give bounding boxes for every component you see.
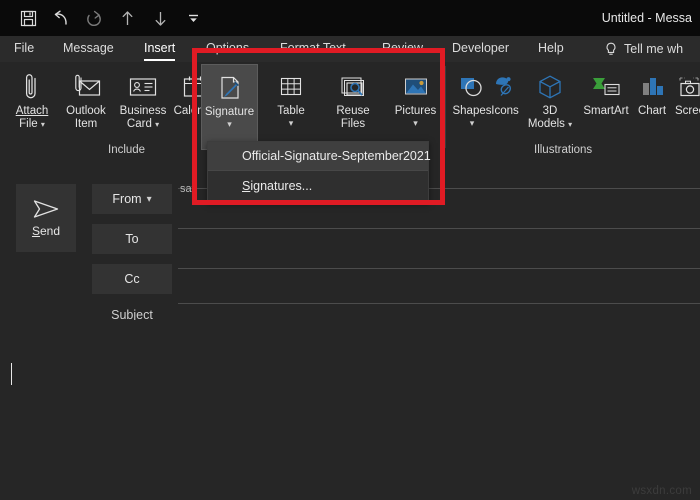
outlook-compose-window: Untitled - Messa File Message Insert Opt… [0,0,700,500]
ribbon-business-card-label-1: Business [119,105,167,117]
lightbulb-icon [605,42,617,57]
to-button[interactable]: To [92,224,172,254]
signature-dropdown-menu: Official-Signature-September2021 Signatu… [207,141,431,202]
ribbon-3d-models-label-2: Models ▾ [527,118,573,130]
business-card-icon [128,66,158,102]
group-label-illustrations: Illustrations [534,144,593,156]
ribbon-signature-label: Signature [204,106,255,118]
menu-item-official-signature-september2021[interactable]: Official-Signature-September2021 [208,142,431,170]
table-icon [276,66,306,102]
ribbon-pictures[interactable]: Pictures ▾ [388,66,443,129]
tell-me-label: Tell me wh [624,42,684,56]
ribbon-outlook-item-label-2: Item [74,118,98,130]
redo-icon[interactable] [82,5,106,31]
chevron-down-icon: ▾ [146,193,152,205]
tab-insert[interactable]: Insert [144,36,176,62]
ribbon-business-card-label-2: Card ▾ [126,118,160,130]
customize-quick-access-toolbar-icon[interactable] [181,5,205,31]
undo-icon[interactable] [49,5,73,31]
attach-item-icon [69,66,103,102]
ribbon-screenshot[interactable]: Scree [668,66,700,118]
send-label-rest: end [39,224,61,238]
tab-format-text[interactable]: Format Text [280,36,346,62]
cc-button-label: Cc [124,272,140,286]
ribbon-attach-file-label-1: Attach [15,105,49,117]
ribbon-table-label: Table [277,105,305,117]
ribbon-table[interactable]: Table ▾ [266,66,316,129]
cc-button[interactable]: Cc [92,264,172,294]
chart-icon [638,66,666,102]
autosave-status: sav [180,183,198,195]
chevron-down-icon: ▾ [155,120,160,129]
next-item-icon[interactable] [148,5,172,31]
ribbon-icons[interactable]: Icons [480,66,530,118]
signature-icon [215,67,245,103]
chevron-down-icon: ▾ [288,118,294,128]
ribbon-pictures-label: Pictures [394,105,437,117]
ribbon-attach-file[interactable]: Attach File ▾ [6,66,58,131]
ribbon-smartart[interactable]: SmartArt [578,66,634,118]
field-divider-cc [178,268,700,269]
paperclip-icon [19,66,45,102]
pictures-icon [400,66,432,102]
ribbon-outlook-item-label-1: Outlook [66,105,106,117]
chevron-down-icon: ▾ [469,118,475,128]
save-icon[interactable] [16,5,40,31]
signatures-label-rest: ignatures... [250,179,313,193]
tab-file[interactable]: File [14,36,34,62]
chevron-down-icon: ▾ [568,120,573,129]
ribbon-business-card[interactable]: Business Card ▾ [114,66,172,131]
screenshot-icon [676,66,700,102]
chevron-down-icon: ▾ [40,120,45,129]
from-button[interactable]: From ▾ [92,184,172,214]
field-divider-subject [178,303,700,304]
watermark: wsxdn.com [631,485,692,497]
ribbon-3d-models-label-1: 3D [542,105,558,117]
tab-developer[interactable]: Developer [452,36,509,62]
send-button-label: Send [31,224,61,238]
tab-message[interactable]: Message [63,36,114,62]
send-arrow-icon [31,198,61,220]
icons-icon [490,66,520,102]
ribbon-tab-strip: File Message Insert Options Format Text … [0,36,700,62]
field-divider-to [178,228,700,229]
ribbon-reuse-files-label-1: Reuse [336,105,370,117]
smartart-icon [589,66,623,102]
reuse-files-icon [337,66,369,102]
ribbon-3d-models[interactable]: 3D Models ▾ [524,66,576,131]
ribbon-smartart-label: SmartArt [583,105,629,117]
ribbon-outlook-item[interactable]: Outlook Item [58,66,114,131]
text-cursor [11,363,12,385]
window-title: Untitled - Messa [601,11,692,25]
send-button[interactable]: Send [16,184,76,252]
tab-options[interactable]: Options [206,36,249,62]
tab-review[interactable]: Review [382,36,423,62]
message-body[interactable]: wsxdn.com [0,320,700,500]
ribbon-reuse-files-label-2: Files [340,118,366,130]
ribbon-reuse-files[interactable]: Reuse Files [327,66,379,131]
cube-icon [535,66,565,102]
to-button-label: To [125,232,139,246]
group-label-include: Include [108,144,146,156]
tab-help[interactable]: Help [538,36,564,62]
from-button-label: From [112,192,142,206]
ribbon-signature[interactable]: Signature ▾ [201,64,258,150]
ribbon-chart-label: Chart [637,105,667,117]
ribbon-screenshot-label: Scree [674,105,700,117]
chevron-down-icon: ▾ [413,118,418,128]
tell-me-search[interactable]: Tell me wh [605,36,683,62]
quick-access-toolbar [16,0,205,36]
chevron-down-icon: ▾ [227,119,232,129]
ribbon-icons-label: Icons [491,105,519,117]
menu-item-signatures[interactable]: Signatures... [208,171,428,201]
previous-item-icon[interactable] [115,5,139,31]
title-bar: Untitled - Messa [0,0,700,36]
ribbon-attach-file-label-2: File ▾ [19,118,45,130]
